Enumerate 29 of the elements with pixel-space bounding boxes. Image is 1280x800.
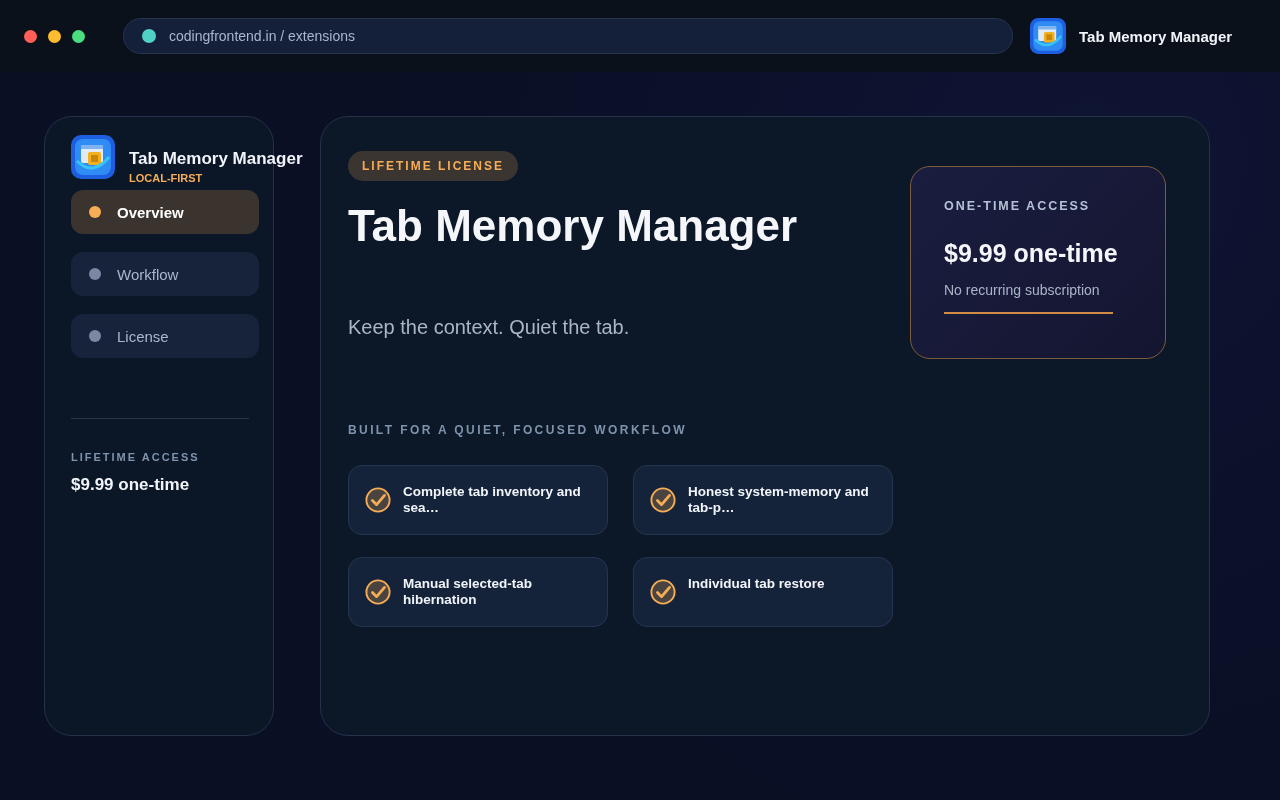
access-price: $9.99 one-time <box>71 475 191 495</box>
feature-text: Manual selected-tab hibernation <box>403 575 534 608</box>
check-icon <box>365 578 391 605</box>
access-label: LIFETIME ACCESS <box>71 451 201 463</box>
price-value: $9.99 one-time <box>944 239 1118 268</box>
window-control[interactable] <box>24 29 37 43</box>
check-icon <box>650 486 676 513</box>
window-control[interactable] <box>48 29 61 43</box>
app-icon <box>71 135 115 179</box>
license-badge: LIFETIME LICENSE <box>348 151 518 181</box>
app-icon <box>1030 18 1066 54</box>
check-icon <box>650 578 676 605</box>
tagline: Keep the context. Quiet the tab. <box>348 315 630 339</box>
window-control[interactable] <box>72 29 85 43</box>
section-label: BUILT FOR A QUIET, FOCUSED WORKFLOW <box>348 422 687 437</box>
page-title: Tab Memory Manager <box>348 201 798 252</box>
price-note: No recurring subscription <box>944 282 1100 298</box>
feature-text: Honest system-memory and tab-p… <box>688 483 870 516</box>
price-label: ONE-TIME ACCESS <box>944 199 1091 213</box>
check-icon <box>365 486 391 513</box>
sidebar-title: Tab Memory Manager <box>129 149 303 169</box>
feature-text: Complete tab inventory and sea… <box>403 483 582 516</box>
nav-item[interactable]: Overview <box>71 190 259 234</box>
nav-item[interactable]: Workflow <box>71 252 259 296</box>
feature-text: Individual tab restore <box>688 575 825 592</box>
address-bar[interactable]: codingfrontend.in / extensions <box>123 18 1013 54</box>
app-title: Tab Memory Manager <box>1079 27 1233 45</box>
sidebar-subtitle: LOCAL-FIRST <box>129 172 204 184</box>
nav-item[interactable]: License <box>71 314 259 358</box>
